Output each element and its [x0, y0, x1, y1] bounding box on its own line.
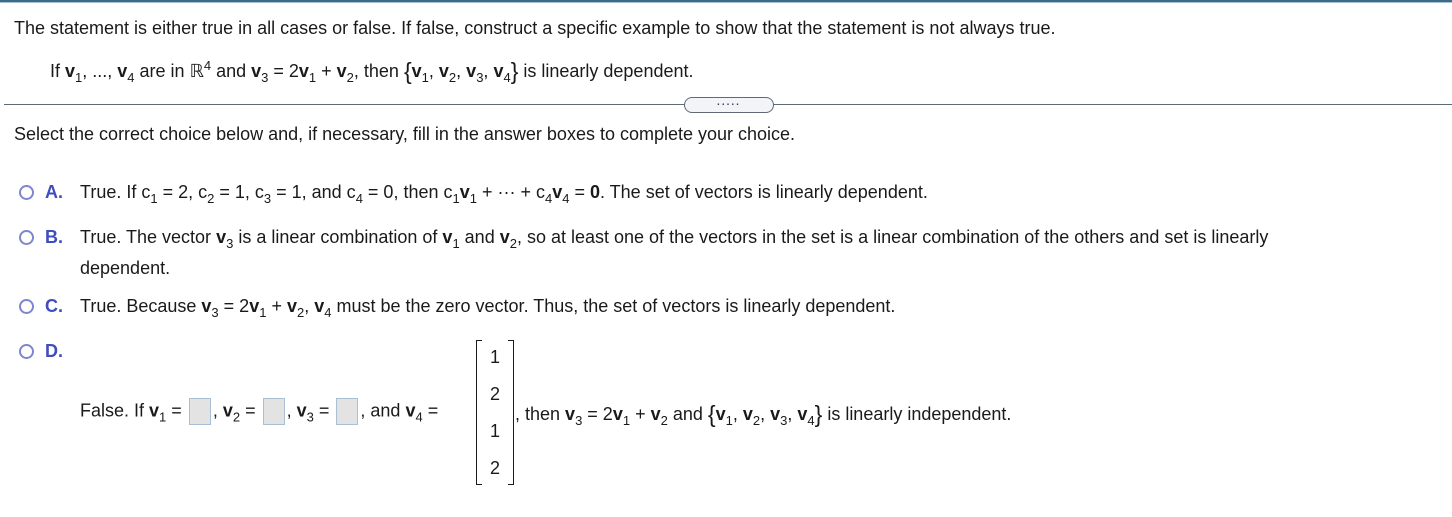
v2-answer-box[interactable] [262, 398, 285, 425]
v4-entry: 1 [489, 347, 500, 367]
v1-answer-box[interactable] [188, 398, 211, 425]
radio-c[interactable] [19, 299, 34, 314]
choice-d-letter: D. [45, 341, 63, 361]
divider-left [4, 104, 685, 105]
v4-entry: 2 [489, 384, 500, 404]
v4-column-vector: 1 2 1 2 [476, 340, 514, 485]
select-prompt: Select the correct choice below and, if … [14, 124, 796, 144]
radio-b[interactable] [19, 230, 34, 245]
radio-a[interactable] [19, 185, 34, 200]
v4-entry: 1 [489, 421, 500, 441]
choice-d-text-after: , then v3 = 2v1 + v2 and {v1, v2, v3, v4… [515, 401, 1012, 428]
expand-toggle-button[interactable]: ..... [684, 97, 774, 113]
more-dots-icon: ..... [717, 97, 741, 108]
top-border-highlight [0, 2, 1452, 3]
v4-entry: 2 [489, 458, 500, 478]
problem-statement: If v1, ..., v4 are in ℝ4 and v3 = 2v1 + … [50, 58, 694, 85]
v3-answer-box[interactable] [336, 398, 359, 425]
choice-c-text: True. Because v3 = 2v1 + v2, v4 must be … [80, 296, 896, 320]
radio-d[interactable] [19, 344, 34, 359]
choice-b-text-line2: dependent. [80, 258, 171, 278]
choice-c-letter: C. [45, 296, 63, 316]
choice-a-text: True. If c1 = 2, c2 = 1, c3 = 1, and c4 … [80, 182, 928, 206]
choice-a-letter: A. [45, 182, 63, 202]
divider-right [772, 104, 1452, 105]
choice-b-letter: B. [45, 227, 63, 247]
choice-d-text-before: False. If v1 = , v2 = , v3 = , and v4 = [80, 398, 438, 425]
choice-b-text: True. The vector v3 is a linear combinat… [80, 227, 1269, 251]
instructions-text: The statement is either true in all case… [14, 18, 1056, 38]
